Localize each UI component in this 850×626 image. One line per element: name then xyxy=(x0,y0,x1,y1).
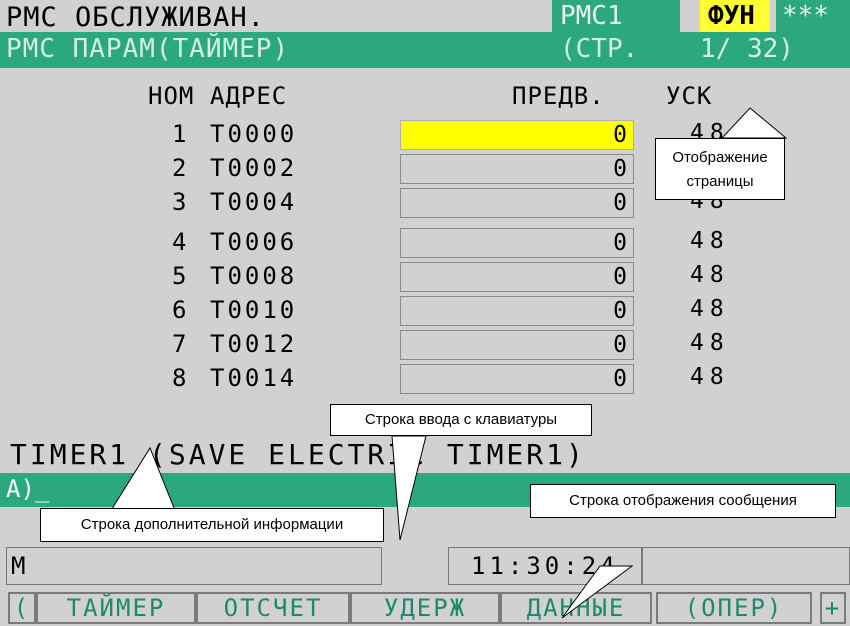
callout-additional-info: Строка дополнительной информации xyxy=(40,508,384,542)
callout-page-display: Отображение страницы xyxy=(655,138,785,200)
pointer-message-display xyxy=(561,565,634,619)
pointer-page-display xyxy=(720,107,788,139)
callout-keyboard-input: Строка ввода с клавиатуры xyxy=(330,404,592,436)
pointer-keyboard-input xyxy=(391,435,427,541)
callout-message-display: Строка отображения сообщения xyxy=(530,484,836,518)
